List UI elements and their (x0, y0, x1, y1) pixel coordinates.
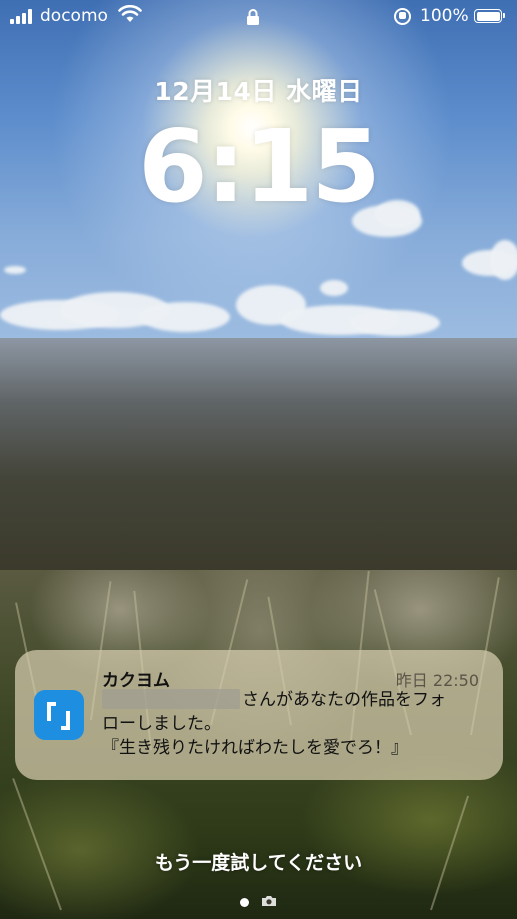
redacted-username (102, 689, 240, 709)
lock-screen-date: 12月14日 水曜日 (154, 77, 363, 106)
wifi-icon (118, 5, 142, 22)
notification-body-line1: さんがあなたの作品をフォ (242, 690, 446, 710)
notification-body-line2: ローしました。 (102, 714, 221, 734)
page-dot-icon (240, 898, 249, 907)
lock-screen-time: 6:15 (138, 108, 381, 225)
notification-card[interactable]: カクヨム 昨日 22:50 さんがあなたの作品をフォ ローしました。 『生き残り… (15, 650, 503, 780)
retry-message: もう一度試してください (154, 852, 363, 874)
orientation-lock-icon (394, 8, 411, 25)
battery-percentage: 100% (420, 6, 469, 26)
camera-icon[interactable] (261, 895, 277, 907)
status-bar: docomo 100% (0, 0, 517, 34)
signal-icon (10, 9, 32, 24)
lock-icon (247, 9, 259, 25)
carrier-name: docomo (40, 6, 108, 26)
battery-icon (474, 9, 505, 23)
kakuyomu-app-icon (34, 690, 84, 740)
wallpaper-blur-band (0, 338, 517, 570)
notification-body-line3: 『生き残りたければわたしを愛でろ！』 (102, 738, 408, 758)
notification-body: さんがあなたの作品をフォ ローしました。 『生き残りたければわたしを愛でろ！』 (102, 688, 492, 760)
